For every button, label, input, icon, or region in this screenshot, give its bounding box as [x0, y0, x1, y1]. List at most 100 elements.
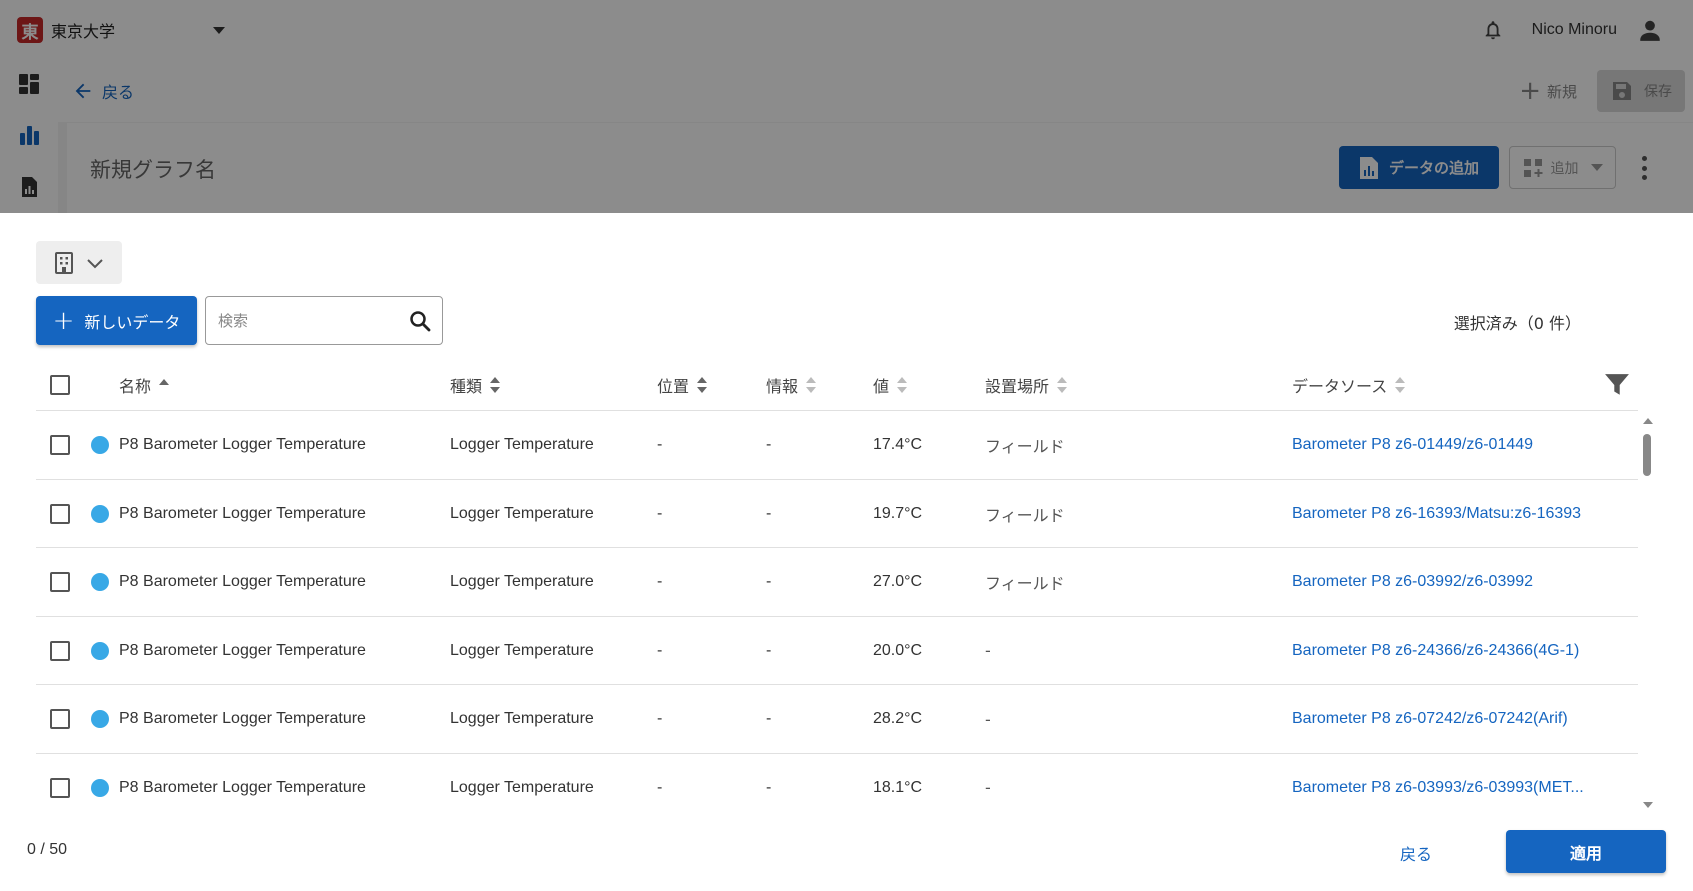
cell-location: フィールド	[985, 437, 1065, 456]
sort-ascending-icon	[159, 377, 170, 393]
chevron-down-icon	[87, 258, 103, 268]
row-checkbox[interactable]	[50, 503, 70, 524]
source-link[interactable]: Barometer P8 z6-03993/z6-03993(MET...	[1292, 779, 1584, 797]
table-scrollbar[interactable]	[1640, 418, 1654, 808]
column-header-type[interactable]: 種類	[450, 358, 501, 411]
cell-source: Barometer P8 z6-01449/z6-01449	[1292, 411, 1533, 479]
cell-name: P8 Barometer Logger Temperature	[119, 710, 366, 727]
column-header-source[interactable]: データソース	[1292, 358, 1406, 411]
cell-info: -	[766, 710, 772, 727]
scroll-thumb[interactable]	[1643, 434, 1651, 476]
source-link[interactable]: Barometer P8 z6-03992/z6-03992	[1292, 573, 1533, 591]
table-header: 名称 種類 位置 情報 値 設置場所 データソース	[36, 358, 1638, 411]
selected-count: 選択済み（0 件）	[1453, 314, 1581, 333]
cell-position: -	[657, 436, 663, 453]
series-color-dot	[91, 710, 109, 728]
cell-source: Barometer P8 z6-03992/z6-03992	[1292, 548, 1533, 616]
row-select-cell	[50, 617, 70, 685]
source-link[interactable]: Barometer P8 z6-01449/z6-01449	[1292, 436, 1533, 454]
row-checkbox[interactable]	[50, 572, 70, 592]
filter-icon[interactable]	[1604, 373, 1630, 397]
building-icon	[55, 251, 73, 274]
cell-type: Logger Temperature	[450, 436, 594, 453]
cell-location: フィールド	[985, 574, 1065, 593]
series-color-dot	[91, 573, 109, 591]
cell-name: P8 Barometer Logger Temperature	[119, 436, 366, 453]
cell-position: -	[657, 573, 663, 590]
column-header-label: データソース	[1292, 376, 1388, 396]
cell-position: -	[657, 710, 663, 727]
cell-position: -	[657, 504, 663, 522]
cell-info: -	[766, 573, 772, 590]
row-select-cell	[50, 548, 70, 616]
cell-type: Logger Temperature	[450, 504, 594, 522]
modal-backdrop[interactable]	[0, 0, 1693, 213]
column-header-name[interactable]: 名称	[119, 358, 170, 411]
search-input[interactable]	[218, 311, 398, 330]
search-field[interactable]	[205, 296, 443, 345]
cell-location: -	[985, 709, 991, 729]
color-dot-cell	[91, 548, 109, 616]
search-icon[interactable]	[408, 309, 432, 333]
new-data-label: 新しいデータ	[84, 312, 181, 332]
cell-info: -	[766, 504, 772, 522]
column-header-label: 情報	[766, 376, 799, 396]
cell-source: Barometer P8 z6-07242/z6-07242(Arif)	[1292, 685, 1568, 753]
cell-type: Logger Temperature	[450, 641, 594, 659]
cell-name: P8 Barometer Logger Temperature	[119, 573, 366, 590]
cell-value: 27.0°C	[873, 573, 923, 590]
select-all-cell	[50, 358, 70, 411]
source-link[interactable]: Barometer P8 z6-24366/z6-24366(4G-1)	[1292, 642, 1579, 660]
source-link[interactable]: Barometer P8 z6-16393/Matsu:z6-16393	[1292, 505, 1581, 523]
cell-value: 28.2°C	[873, 710, 923, 727]
table-row[interactable]: P8 Barometer Logger Temperature Logger T…	[36, 480, 1638, 548]
color-dot-cell	[91, 411, 109, 479]
cell-name: P8 Barometer Logger Temperature	[119, 641, 366, 659]
cell-value: 17.4°C	[873, 436, 923, 453]
cell-info: -	[766, 778, 772, 796]
row-select-cell	[50, 754, 70, 812]
sort-icon	[490, 376, 501, 393]
color-dot-cell	[91, 617, 109, 685]
cell-location: フィールド	[985, 505, 1065, 525]
cell-value: 20.0°C	[873, 641, 923, 659]
column-header-info[interactable]: 情報	[766, 358, 817, 411]
cell-value: 19.7°C	[873, 504, 923, 522]
data-select-dialog: + 新しいデータ 選択済み（0 件） 名称 種類 位置 情報 値	[0, 213, 1693, 891]
table-row[interactable]: P8 Barometer Logger Temperature Logger T…	[36, 685, 1638, 754]
scroll-down-arrow-icon[interactable]	[1643, 802, 1653, 808]
cell-info: -	[766, 436, 772, 453]
new-data-button[interactable]: + 新しいデータ	[36, 296, 197, 345]
building-select[interactable]	[36, 241, 122, 284]
table-row[interactable]: P8 Barometer Logger Temperature Logger T…	[36, 411, 1638, 480]
sort-icon	[1057, 376, 1068, 393]
dialog-back-button[interactable]: 戻る	[1400, 841, 1432, 865]
series-color-dot	[91, 436, 109, 454]
row-checkbox[interactable]	[50, 777, 70, 798]
table-row[interactable]: P8 Barometer Logger Temperature Logger T…	[36, 548, 1638, 617]
apply-button[interactable]: 適用	[1506, 830, 1666, 873]
series-color-dot	[91, 778, 109, 797]
column-header-label: 位置	[657, 376, 690, 396]
cell-position: -	[657, 778, 663, 796]
table-row[interactable]: P8 Barometer Logger Temperature Logger T…	[36, 617, 1638, 685]
cell-type: Logger Temperature	[450, 573, 594, 590]
select-all-checkbox[interactable]	[50, 374, 70, 395]
cell-name: P8 Barometer Logger Temperature	[119, 778, 366, 796]
row-checkbox[interactable]	[50, 435, 70, 455]
series-color-dot	[91, 504, 109, 523]
color-dot-cell	[91, 480, 109, 548]
source-link[interactable]: Barometer P8 z6-07242/z6-07242(Arif)	[1292, 710, 1568, 728]
sort-icon	[697, 376, 708, 393]
column-header-value[interactable]: 値	[873, 358, 908, 411]
row-checkbox[interactable]	[50, 640, 70, 661]
scroll-up-arrow-icon[interactable]	[1643, 418, 1653, 424]
table-row[interactable]: P8 Barometer Logger Temperature Logger T…	[36, 754, 1638, 812]
cell-type: Logger Temperature	[450, 710, 594, 727]
column-header-position[interactable]: 位置	[657, 358, 708, 411]
column-header-label: 設置場所	[985, 376, 1050, 396]
color-dot-cell	[91, 754, 109, 812]
row-checkbox[interactable]	[50, 709, 70, 729]
row-select-cell	[50, 685, 70, 753]
column-header-location[interactable]: 設置場所	[985, 358, 1068, 411]
